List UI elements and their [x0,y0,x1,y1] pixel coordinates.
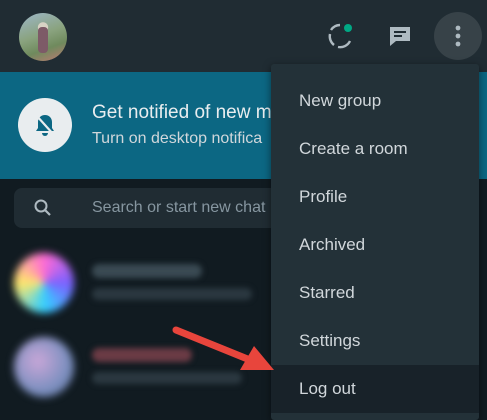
chat-name-blurred [92,264,202,278]
menu-item-new-group[interactable]: New group [271,77,479,125]
menu-item-create-room[interactable]: Create a room [271,125,479,173]
notification-title: Get notified of new m [92,102,272,123]
chat-preview-blurred [92,288,252,300]
avatar-figure [38,27,48,53]
menu-item-archived[interactable]: Archived [271,221,479,269]
menu-dots-icon [455,25,461,47]
new-chat-icon[interactable] [386,22,414,50]
search-placeholder: Search or start new chat [92,199,266,216]
notification-subtitle: Turn on desktop notifica [92,130,263,147]
search-icon [34,199,51,216]
header-dropdown-menu: New group Create a room Profile Archived… [271,64,479,420]
app-header [0,0,487,72]
menu-item-log-out[interactable]: Log out [271,365,479,413]
menu-button[interactable] [434,12,482,60]
bell-off-icon [18,98,72,152]
menu-item-profile[interactable]: Profile [271,173,479,221]
status-icon[interactable] [326,22,354,50]
chat-avatar [14,337,74,397]
chat-avatar [14,253,74,313]
annotation-arrow-icon [172,326,274,370]
menu-item-starred[interactable]: Starred [271,269,479,317]
avatar[interactable] [19,13,67,61]
menu-item-settings[interactable]: Settings [271,317,479,365]
